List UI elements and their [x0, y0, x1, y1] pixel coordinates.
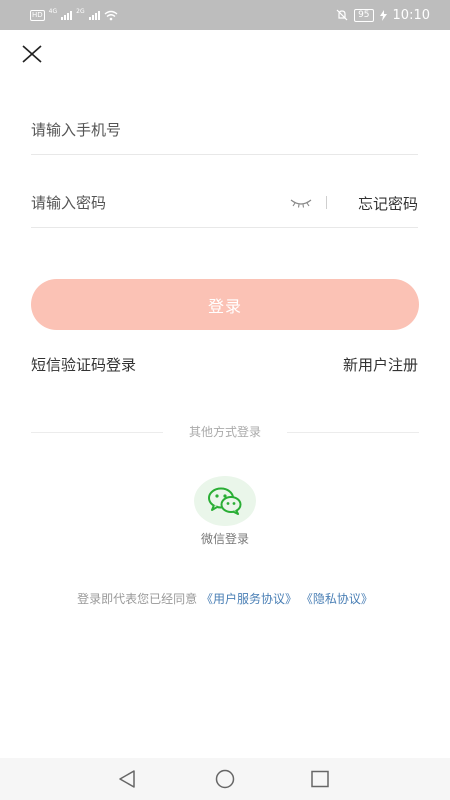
- close-icon: [22, 45, 42, 63]
- agreement-text: 登录即代表您已经同意 《用户服务协议》 《隐私协议》: [0, 590, 450, 607]
- network-type-1: 4G: [48, 7, 58, 15]
- status-bar: HD 4G 2G 95 10:10: [0, 0, 450, 30]
- phone-input[interactable]: [31, 108, 251, 152]
- forgot-password-link[interactable]: 忘记密码: [358, 193, 418, 214]
- charging-icon: [379, 9, 387, 21]
- password-input[interactable]: [31, 181, 251, 225]
- back-triangle-icon[interactable]: [117, 769, 139, 789]
- password-field-row: 忘记密码: [31, 181, 418, 228]
- wechat-login-label: 微信登录: [200, 532, 249, 546]
- hd-badge: HD: [30, 9, 45, 21]
- close-button[interactable]: [20, 42, 44, 66]
- status-bar-left: HD 4G 2G: [30, 8, 118, 22]
- register-link[interactable]: 新用户注册: [343, 354, 418, 375]
- eye-closed-icon[interactable]: [289, 196, 313, 210]
- wifi-icon: [104, 10, 118, 20]
- home-circle-icon[interactable]: [214, 769, 236, 789]
- phone-field-row: [31, 108, 418, 155]
- navigation-bar: [0, 758, 450, 800]
- mute-icon: [336, 9, 348, 21]
- wechat-icon: [208, 487, 242, 515]
- separator: [326, 196, 327, 209]
- other-methods-divider: 其他方式登录: [31, 422, 419, 442]
- terms-of-service-link[interactable]: 《用户服务协议》: [201, 592, 297, 606]
- clock: 10:10: [392, 7, 430, 23]
- divider-line-right: [287, 432, 419, 433]
- login-button[interactable]: 登录: [31, 279, 419, 330]
- recents-square-icon[interactable]: [309, 769, 331, 789]
- signal-icon-2: [88, 10, 100, 20]
- signal-icon: [61, 10, 73, 20]
- wechat-login-button[interactable]: [194, 476, 256, 526]
- network-type-2: 2G: [76, 7, 85, 15]
- agreement-prefix: 登录即代表您已经同意: [77, 592, 198, 606]
- sms-login-link[interactable]: 短信验证码登录: [31, 354, 136, 375]
- status-bar-right: 95 10:10: [336, 7, 430, 23]
- battery-level: 95: [354, 8, 374, 22]
- privacy-policy-link[interactable]: 《隐私协议》: [301, 592, 373, 606]
